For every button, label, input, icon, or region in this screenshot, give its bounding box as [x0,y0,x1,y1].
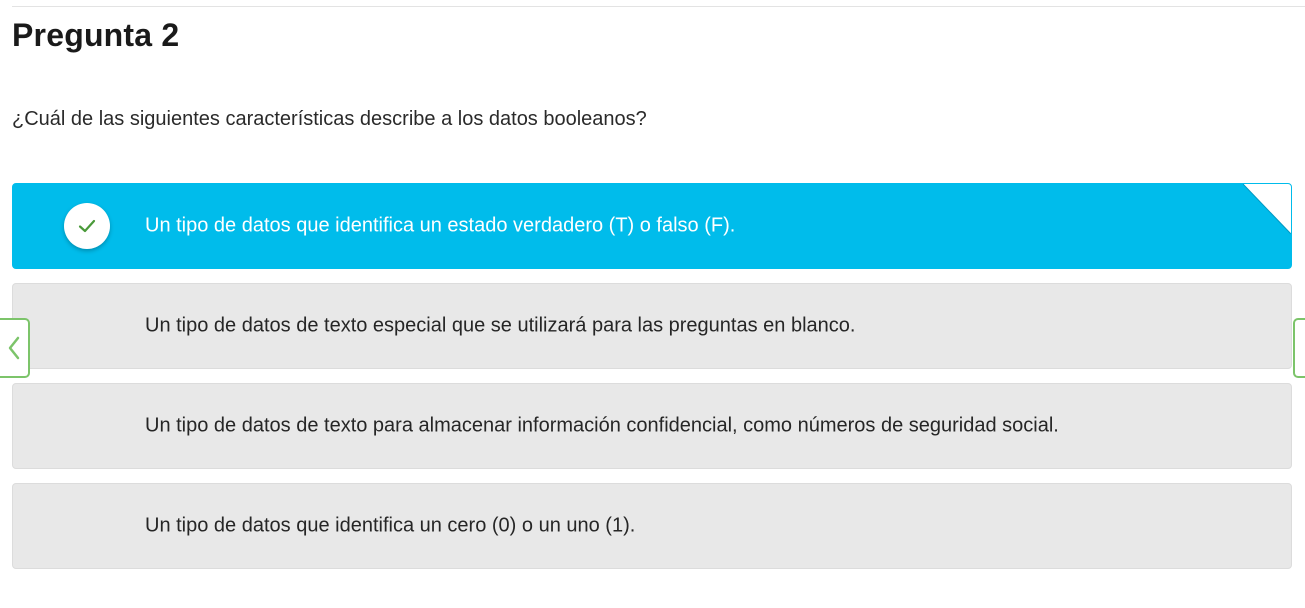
chevron-left-icon [8,336,20,360]
answer-option-label: Un tipo de datos de texto especial que s… [145,314,856,337]
answer-option-1[interactable]: Un tipo de datos que identifica un estad… [12,183,1292,269]
corner-fold-icon [1243,184,1291,234]
answer-option-label: Un tipo de datos que identifica un estad… [145,214,736,237]
answer-option-4[interactable]: Un tipo de datos que identifica un cero … [12,483,1292,569]
answer-option-3[interactable]: Un tipo de datos de texto para almacenar… [12,383,1292,469]
top-divider [12,6,1305,7]
answer-option-label: Un tipo de datos que identifica un cero … [145,514,636,537]
checkmark-icon [64,203,110,249]
answer-option-label: Un tipo de datos de texto para almacenar… [145,414,1059,437]
question-text: ¿Cuál de las siguientes características … [12,108,647,130]
chevron-right-icon [1296,335,1304,361]
next-button[interactable] [1293,318,1305,378]
answer-options: Un tipo de datos que identifica un estad… [12,183,1292,583]
quiz-page: Pregunta 2 ¿Cuál de las siguientes carac… [0,0,1305,608]
previous-button[interactable] [0,318,30,378]
answer-option-2[interactable]: Un tipo de datos de texto especial que s… [12,283,1292,369]
page-title: Pregunta 2 [12,17,180,53]
